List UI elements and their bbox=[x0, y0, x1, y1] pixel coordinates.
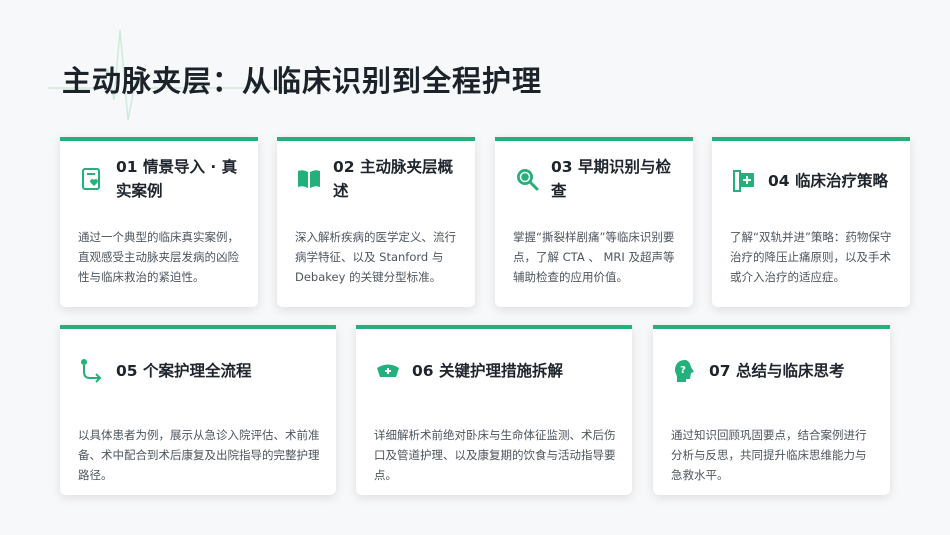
heart-document-icon bbox=[78, 165, 106, 193]
card-description: 掌握“撕裂样剧痛”等临床识别要点，了解 CTA 、 MRI 及超声等辅助检查的应… bbox=[513, 230, 675, 284]
search-icon bbox=[513, 165, 541, 193]
card-03: 03 早期识别与检查 掌握“撕裂样剧痛”等临床识别要点，了解 CTA 、 MRI… bbox=[495, 137, 693, 307]
card-05: 05 个案护理全流程 以具体患者为例，展示从急诊入院评估、术前准备、术中配合到术… bbox=[60, 325, 336, 495]
route-icon bbox=[78, 357, 106, 385]
head-question-icon: ? bbox=[671, 357, 699, 385]
nurse-cap-icon bbox=[374, 357, 402, 385]
card-07: ? 07 总结与临床思考 通过知识回顾巩固要点，结合案例进行分析与反思，共同提升… bbox=[653, 325, 890, 495]
card-description: 深入解析疾病的医学定义、流行病学特征、以及 Stanford 与 Debakey… bbox=[295, 230, 456, 284]
card-description: 详细解析术前绝对卧床与生命体征监测、术后伤口及管道护理、以及康复期的饮食与活动指… bbox=[374, 428, 616, 482]
card-04: 04 临床治疗策略 了解“双轨并进”策略：药物保守治疗的降压止痛原则，以及手术或… bbox=[712, 137, 910, 307]
page-title: 主动脉夹层：从临床识别到全程护理 bbox=[62, 64, 543, 98]
card-description: 通过一个典型的临床真实案例，直观感受主动脉夹层发病的凶险性与临床救治的紧迫性。 bbox=[78, 230, 239, 284]
card-02: 02 主动脉夹层概述 深入解析疾病的医学定义、流行病学特征、以及 Stanfor… bbox=[277, 137, 475, 307]
card-title: 06 关键护理措施拆解 bbox=[412, 362, 563, 380]
svg-text:?: ? bbox=[680, 365, 686, 376]
card-01: 01 情景导入 · 真实案例 通过一个典型的临床真实案例，直观感受主动脉夹层发病… bbox=[60, 137, 258, 307]
card-description: 以具体患者为例，展示从急诊入院评估、术前准备、术中配合到术后康复及出院指导的完整… bbox=[78, 428, 320, 482]
card-title: 07 总结与临床思考 bbox=[709, 362, 845, 380]
card-title: 04 临床治疗策略 bbox=[768, 172, 888, 190]
medical-chart-icon bbox=[730, 167, 758, 195]
card-description: 了解“双轨并进”策略：药物保守治疗的降压止痛原则，以及手术或介入治疗的适应症。 bbox=[730, 230, 892, 284]
card-title: 01 情景导入 · 真实案例 bbox=[116, 158, 238, 200]
card-title: 03 早期识别与检查 bbox=[551, 158, 671, 200]
card-06: 06 关键护理措施拆解 详细解析术前绝对卧床与生命体征监测、术后伤口及管道护理、… bbox=[356, 325, 632, 495]
card-title: 02 主动脉夹层概述 bbox=[333, 158, 453, 200]
card-title: 05 个案护理全流程 bbox=[116, 362, 252, 380]
card-description: 通过知识回顾巩固要点，结合案例进行分析与反思，共同提升临床思维能力与急救水平。 bbox=[671, 428, 867, 482]
open-book-icon bbox=[295, 165, 323, 193]
